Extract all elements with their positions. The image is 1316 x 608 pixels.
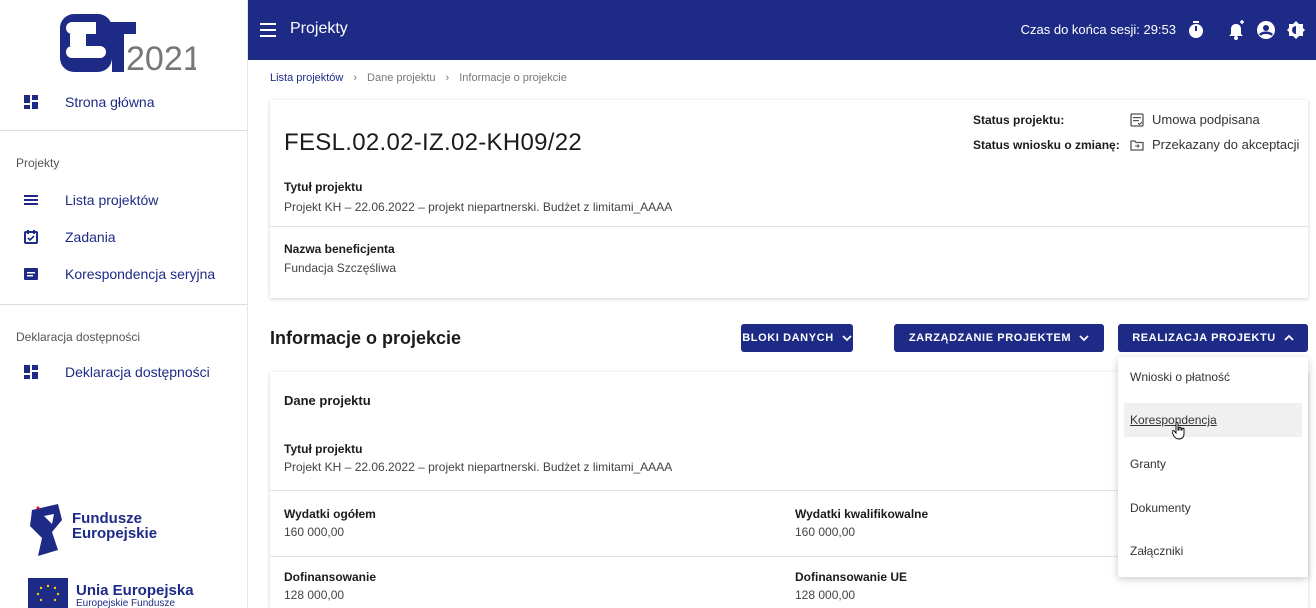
status-value-text: Umowa podpisana — [1152, 112, 1260, 127]
realization-dropdown-menu: Wnioski o płatność Korespondencja Granty… — [1118, 357, 1308, 577]
data-blocks-button[interactable]: BLOKI DANYCH — [741, 324, 853, 352]
folder-icon — [1130, 139, 1144, 151]
project-title-label: Tytuł projektu — [284, 180, 363, 194]
qualified-expenses-value: 160 000,00 — [795, 525, 856, 539]
total-expenses-value: 160 000,00 — [284, 525, 345, 539]
document-icon — [1130, 112, 1144, 127]
card-divider — [270, 226, 1308, 227]
project-title-value: Projekt KH – 22.06.2022 – projekt niepar… — [284, 200, 673, 214]
change-status-value-text: Przekazany do akceptacji — [1152, 137, 1300, 152]
sidebar-item-project-list[interactable]: Lista projektów — [0, 186, 247, 214]
breadcrumb-project-info: Informacje o projekcie — [459, 72, 567, 84]
task-icon — [24, 230, 38, 244]
sidebar-divider — [0, 304, 247, 305]
menu-item-correspondence[interactable]: Korespondencja — [1124, 403, 1302, 437]
chevron-right-icon: › — [445, 72, 450, 84]
menu-item-grants[interactable]: Granty — [1124, 447, 1302, 481]
total-expenses-label: Wydatki ogółem — [284, 507, 376, 521]
hand-cursor-icon — [1172, 422, 1185, 440]
cofinancing-label: Dofinansowanie — [284, 570, 377, 584]
beneficiary-label: Nazwa beneficjenta — [284, 242, 395, 256]
eu-logo-title: Unia Europejska — [76, 582, 194, 599]
button-label: BLOKI DANYCH — [742, 332, 834, 344]
status-value: Umowa podpisana — [1130, 112, 1260, 127]
fe-logo-line1: Fundusze — [72, 510, 142, 527]
sidebar-item-serial-correspondence[interactable]: Korespondencja seryjna — [0, 260, 247, 288]
mail-icon — [24, 268, 38, 280]
eu-cofinancing-label: Dofinansowanie UE — [795, 570, 908, 584]
sidebar-item-label: Zadania — [65, 229, 116, 245]
status-label: Status projektu: — [973, 113, 1065, 127]
project-title-label: Tytuł projektu — [284, 442, 363, 456]
hamburger-menu-icon[interactable] — [260, 23, 276, 37]
sidebar-item-tasks[interactable]: Zadania — [0, 223, 247, 251]
eu-cofinancing-value: 128 000,00 — [795, 588, 856, 602]
sidebar-item-label: Lista projektów — [65, 192, 159, 208]
list-icon — [24, 195, 38, 205]
project-header-card: FESL.02.02-IZ.02-KH09/22 Status projektu… — [270, 100, 1308, 298]
project-management-button[interactable]: ZARZĄDZANIE PROJEKTEM — [894, 324, 1104, 352]
sidebar: 2021 Strona główna Projekty Lista projek… — [0, 0, 248, 608]
sidebar-item-accessibility[interactable]: Deklaracja dostępności — [0, 358, 247, 386]
sidebar-item-label: Strona główna — [65, 94, 155, 110]
session-timer-label: Czas do końca sesji: 29:53 — [1020, 22, 1176, 37]
card-title: Dane projektu — [284, 393, 371, 408]
cofinancing-value: 128 000,00 — [284, 588, 345, 602]
breadcrumb-project-data[interactable]: Dane projektu — [367, 72, 436, 84]
sidebar-item-label: Korespondencja seryjna — [65, 266, 216, 282]
sidebar-item-home[interactable]: Strona główna — [0, 88, 247, 116]
chevron-up-icon — [1284, 334, 1294, 341]
chevron-down-icon — [1079, 335, 1089, 342]
page-title: Projekty — [290, 20, 348, 37]
dashboard-icon — [24, 365, 38, 379]
user-icon[interactable] — [1256, 20, 1276, 40]
project-code: FESL.02.02-IZ.02-KH09/22 — [284, 129, 583, 156]
chevron-right-icon: › — [353, 72, 358, 84]
fe-logo-line2: Europejskie — [72, 525, 158, 542]
timer-icon[interactable] — [1186, 20, 1206, 40]
menu-item-attachments[interactable]: Załączniki — [1124, 534, 1302, 568]
button-label: REALIZACJA PROJEKTU — [1132, 332, 1276, 344]
beneficiary-value: Fundacja Szczęśliwa — [284, 261, 397, 275]
menu-item-documents[interactable]: Dokumenty — [1124, 491, 1302, 525]
st2021-logo: 2021 — [60, 14, 196, 78]
breadcrumb-project-list[interactable]: Lista projektów — [270, 72, 343, 84]
change-status-label: Status wniosku o zmianę: — [973, 138, 1120, 152]
dashboard-icon — [24, 95, 38, 109]
sidebar-item-label: Deklaracja dostępności — [65, 364, 210, 380]
chevron-down-icon — [842, 335, 852, 342]
menu-item-payment-requests[interactable]: Wnioski o płatność — [1124, 360, 1302, 394]
sidebar-divider — [0, 130, 247, 131]
button-label: ZARZĄDZANIE PROJEKTEM — [908, 332, 1072, 344]
sidebar-section-accessibility: Deklaracja dostępności — [16, 330, 141, 344]
project-title-value: Projekt KH – 22.06.2022 – projekt niepar… — [284, 460, 673, 474]
svg-text:2021: 2021 — [126, 40, 196, 78]
section-title: Informacje o projekcie — [270, 328, 462, 348]
breadcrumb: Lista projektów › Dane projektu › Inform… — [270, 72, 567, 84]
sidebar-section-projects: Projekty — [16, 156, 60, 170]
qualified-expenses-label: Wydatki kwalifikowalne — [795, 507, 929, 521]
eu-logo-subtitle: Europejskie Fundusze — [76, 598, 175, 608]
top-bar: Projekty Czas do końca sesji: 29:53 — [248, 0, 1316, 60]
project-realization-button[interactable]: REALIZACJA PROJEKTU — [1118, 324, 1308, 352]
contrast-icon[interactable] — [1286, 20, 1306, 40]
notification-icon[interactable] — [1226, 20, 1246, 40]
change-status-value: Przekazany do akceptacji — [1130, 137, 1299, 152]
